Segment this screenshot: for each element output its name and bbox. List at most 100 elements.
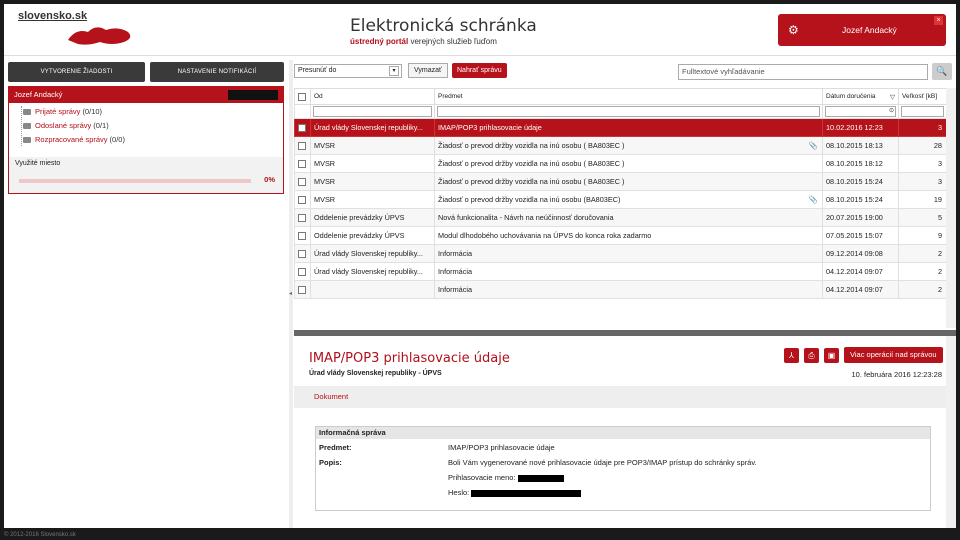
folder-count: (0/0) xyxy=(109,135,125,144)
filter-subject[interactable] xyxy=(434,104,823,119)
table-scrollbar[interactable] xyxy=(946,88,956,328)
filter-date[interactable]: ⊙ xyxy=(822,104,899,119)
table-row[interactable]: Úrad vlády Slovenskej republiky... IMAP/P… xyxy=(294,118,947,137)
col-from[interactable]: Od xyxy=(310,88,435,105)
create-request-button[interactable]: VYTVORENIE ŽIADOSTI xyxy=(8,62,145,82)
user-menu[interactable]: ⚙ Jozef Andacký × xyxy=(778,14,946,46)
col-size[interactable]: Veľkosť [kB] xyxy=(898,88,947,105)
close-icon[interactable]: × xyxy=(934,16,943,25)
cell-size-text: 28 xyxy=(933,141,942,150)
cell-from: Úrad vlády Slovenskej republiky... xyxy=(310,118,435,137)
checkbox[interactable] xyxy=(298,142,306,151)
cell-size-text: 2 xyxy=(937,249,942,258)
upload-message-button[interactable]: Nahrať správu xyxy=(452,63,507,78)
filter-from[interactable] xyxy=(310,104,435,119)
user-name: Jozef Andacký xyxy=(842,25,897,35)
cell-from-text: MVSR xyxy=(314,141,336,150)
cell-size-text: 3 xyxy=(937,123,942,132)
cell-date: 09.12.2014 09:08 xyxy=(822,244,899,263)
row-checkbox[interactable] xyxy=(294,262,311,281)
save-icon[interactable]: ▣ xyxy=(824,348,839,363)
table-row[interactable]: MVSR Žiadosť o prevod držby vozidla na in… xyxy=(294,172,947,191)
cell-size-text: 5 xyxy=(937,213,942,222)
table-row[interactable]: Oddelenie prevádzky ÚPVS Nová funkcionali… xyxy=(294,208,947,227)
table-row[interactable]: Oddelenie prevádzky ÚPVS Modul dlhodobého… xyxy=(294,226,947,245)
subtitle-rest: verejných služieb ľuďom xyxy=(408,37,497,46)
sort-icon: ▽ xyxy=(890,93,895,101)
table-row[interactable]: MVSR Žiadosť o prevod držby vozidla na in… xyxy=(294,190,947,209)
checkbox[interactable] xyxy=(298,124,306,133)
fulltext-search-input[interactable]: Fulltextové vyhľadávanie xyxy=(678,64,928,80)
cell-from-text: Úrad vlády Slovenskej republiky... xyxy=(314,267,423,276)
info-message-box: Informačná správa Predmet: IMAP/POP3 pri… xyxy=(315,426,931,511)
cell-from: Úrad vlády Slovenskej republiky... xyxy=(310,262,435,281)
app-title-block: Elektronická schránka ústredný portál ve… xyxy=(350,16,537,46)
attachment-icon: 📎 xyxy=(808,195,818,204)
row-checkbox[interactable] xyxy=(294,118,311,137)
cell-size: 9 xyxy=(898,226,947,245)
row-checkbox[interactable] xyxy=(294,226,311,245)
col-subject[interactable]: Predmet xyxy=(434,88,823,105)
row-checkbox[interactable] xyxy=(294,280,311,299)
cell-date: 08.10.2015 18:12 xyxy=(822,154,899,173)
move-to-select[interactable]: Presunúť do ▾ xyxy=(294,64,402,78)
search-icon[interactable]: 🔍 xyxy=(932,63,952,80)
row-checkbox[interactable] xyxy=(294,136,311,155)
password-row: Heslo: xyxy=(448,488,582,497)
filter-size[interactable] xyxy=(898,104,947,119)
slovakia-map-icon xyxy=(68,27,131,45)
cell-size: 19 xyxy=(898,190,947,209)
site-logo[interactable]: slovensko.sk xyxy=(18,10,138,50)
row-checkbox[interactable] xyxy=(294,244,311,263)
app-window: slovensko.sk Elektronická schránka ústre… xyxy=(4,4,956,528)
checkbox[interactable] xyxy=(298,178,306,187)
table-row[interactable]: MVSR Žiadosť o prevod držby vozidla na in… xyxy=(294,154,947,173)
print-icon[interactable]: ⎙ xyxy=(804,348,819,363)
table-row[interactable]: Úrad vlády Slovenskej republiky... Inform… xyxy=(294,262,947,281)
detail-scrollbar[interactable] xyxy=(946,336,956,528)
table-header: Od Predmet Dátum doručenia ▽ Veľkosť [kB… xyxy=(294,88,947,105)
row-checkbox[interactable] xyxy=(294,172,311,191)
redacted-login xyxy=(517,474,564,482)
checkbox[interactable] xyxy=(298,250,306,259)
cell-size: 5 xyxy=(898,208,947,227)
table-row[interactable]: Informácia 04.12.2014 09:07 2 xyxy=(294,280,947,299)
storage-usage: Využité miesto 0% xyxy=(9,157,283,193)
checkbox[interactable] xyxy=(298,232,306,241)
select-all-checkbox[interactable] xyxy=(294,88,311,105)
checkbox[interactable] xyxy=(298,214,306,223)
pdf-icon[interactable]: ⅄ xyxy=(784,348,799,363)
gear-icon[interactable]: ⚙ xyxy=(788,23,799,37)
folder-inbox[interactable]: Prijaté správy (0/10) xyxy=(17,105,283,119)
checkbox[interactable] xyxy=(298,286,306,295)
page-title: Elektronická schránka xyxy=(350,16,537,36)
table-row[interactable]: MVSR Žiadosť o prevod držby vozidla na in… xyxy=(294,136,947,155)
folder-sent[interactable]: Odoslané správy (0/1) xyxy=(17,119,283,133)
tab-document[interactable]: Dokument xyxy=(314,392,348,401)
page-subtitle: ústredný portál verejných služieb ľuďom xyxy=(350,37,537,46)
delete-button[interactable]: Vymazať xyxy=(408,63,448,78)
notification-settings-button[interactable]: NASTAVENIE NOTIFIKÁCIÍ xyxy=(150,62,284,82)
row-checkbox[interactable] xyxy=(294,154,311,173)
cell-date: 20.07.2015 19:00 xyxy=(822,208,899,227)
row-checkbox[interactable] xyxy=(294,190,311,209)
checkbox[interactable] xyxy=(298,268,306,277)
logo-text: slovensko.sk xyxy=(18,10,88,22)
checkbox[interactable] xyxy=(298,196,306,205)
checkbox[interactable] xyxy=(298,160,306,169)
desc-value: Boli Vám vygenerované nové prihlasovacie… xyxy=(448,458,757,467)
cell-subject-text: IMAP/POP3 prihlasovacie údaje xyxy=(438,123,542,132)
cell-date-text: 08.10.2015 18:12 xyxy=(826,159,883,168)
collapse-arrow-icon[interactable]: ◂ xyxy=(289,290,292,297)
more-actions-button[interactable]: Viac operácií nad správou xyxy=(844,347,943,363)
folder-drafts[interactable]: Rozpracované správy (0/0) xyxy=(17,133,283,147)
cell-size-text: 3 xyxy=(937,159,942,168)
col-date[interactable]: Dátum doručenia ▽ xyxy=(822,88,899,105)
mailbox-owner: Jozef Andacký xyxy=(14,90,63,99)
subject-label: Predmet: xyxy=(319,443,352,452)
cell-subject: Žiadosť o prevod držby vozidla na inú os… xyxy=(434,190,823,209)
row-checkbox[interactable] xyxy=(294,208,311,227)
panel-splitter[interactable]: ◂ xyxy=(289,60,293,528)
mailbox-header[interactable]: Jozef Andacký xyxy=(9,87,283,103)
table-row[interactable]: Úrad vlády Slovenskej republiky... Inform… xyxy=(294,244,947,263)
